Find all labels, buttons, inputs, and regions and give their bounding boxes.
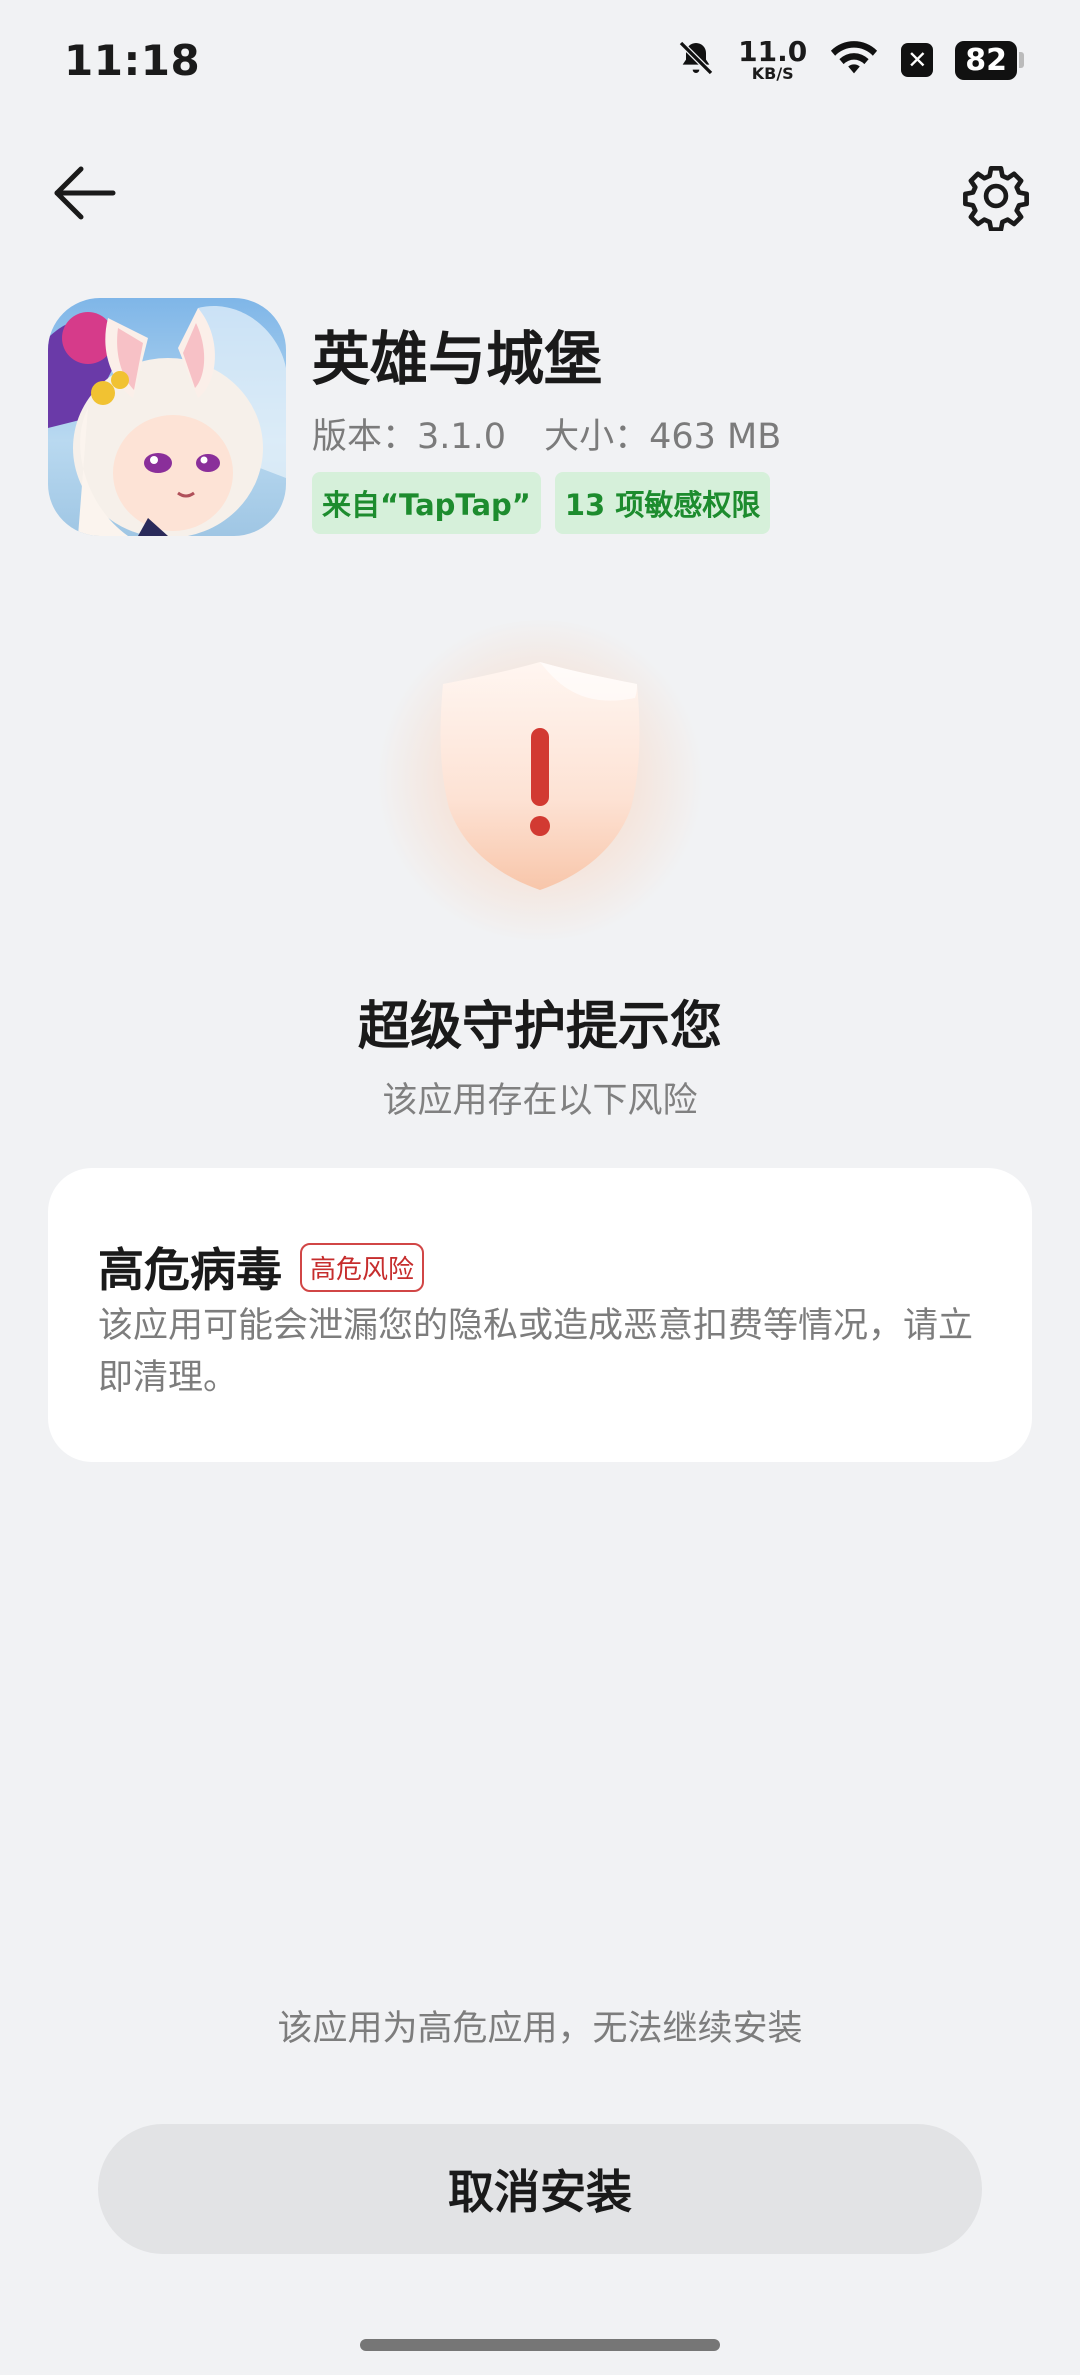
guard-title: 超级守护提示您 [357,997,722,1057]
shield-warning-graphic [340,600,740,960]
network-speed-value: 11.0 [738,35,808,68]
network-speed-unit: KB/S [751,64,794,83]
app-icon [48,298,286,536]
settings-button[interactable] [956,160,1036,236]
battery-tip [1019,52,1024,68]
cancel-install-button[interactable]: 取消安装 [98,2124,982,2254]
risk-description: 该应用可能会泄漏您的隐私或造成恶意扣费等情况，请立即清理。 [98,1306,974,1398]
bell-muted-icon [676,38,716,82]
gear-icon [961,161,1031,235]
home-indicator[interactable] [360,2339,720,2351]
status-time: 11:18 [64,36,201,85]
risk-title-row: 高危病毒 高危风险 [98,1234,425,1300]
battery-icon: 82 [955,40,1024,80]
x-badge-icon: ✕ [901,43,934,77]
battery-level: 82 [955,40,1017,80]
arrow-left-icon [51,165,117,225]
status-icons: 11.0 KB/S ✕ 82 [676,38,1024,82]
app-size: 大小：463 MB [544,417,782,457]
install-blocked-note: 该应用为高危应用，无法继续安装 [277,2009,803,2049]
wifi-icon [829,38,879,82]
status-bar: 11:18 11.0 KB/S ✕ 82 [0,0,1080,120]
permissions-tag[interactable]: 13 项敏感权限 [554,472,771,534]
back-button[interactable] [44,160,124,230]
risk-title: 高危病毒 [98,1243,282,1297]
app-name: 英雄与城堡 [312,325,603,393]
install-warning-screen: 11:18 11.0 KB/S ✕ 82 英雄与城堡 版本：3.1.0 大小：4… [0,0,1080,2375]
shield-icon [440,662,640,890]
app-version: 版本：3.1.0 [312,417,507,457]
risk-level-badge: 高危风险 [300,1242,425,1292]
network-speed: 11.0 KB/S [738,38,807,82]
source-tag: 来自“TapTap” [312,472,541,534]
risk-card: 高危病毒 高危风险 该应用可能会泄漏您的隐私或造成恶意扣费等情况，请立即清理。 [48,1168,1032,1462]
app-meta: 版本：3.1.0 大小：463 MB [312,408,781,459]
guard-subtitle: 该应用存在以下风险 [382,1081,698,1121]
app-tags: 来自“TapTap” 13 项敏感权限 [312,472,771,534]
